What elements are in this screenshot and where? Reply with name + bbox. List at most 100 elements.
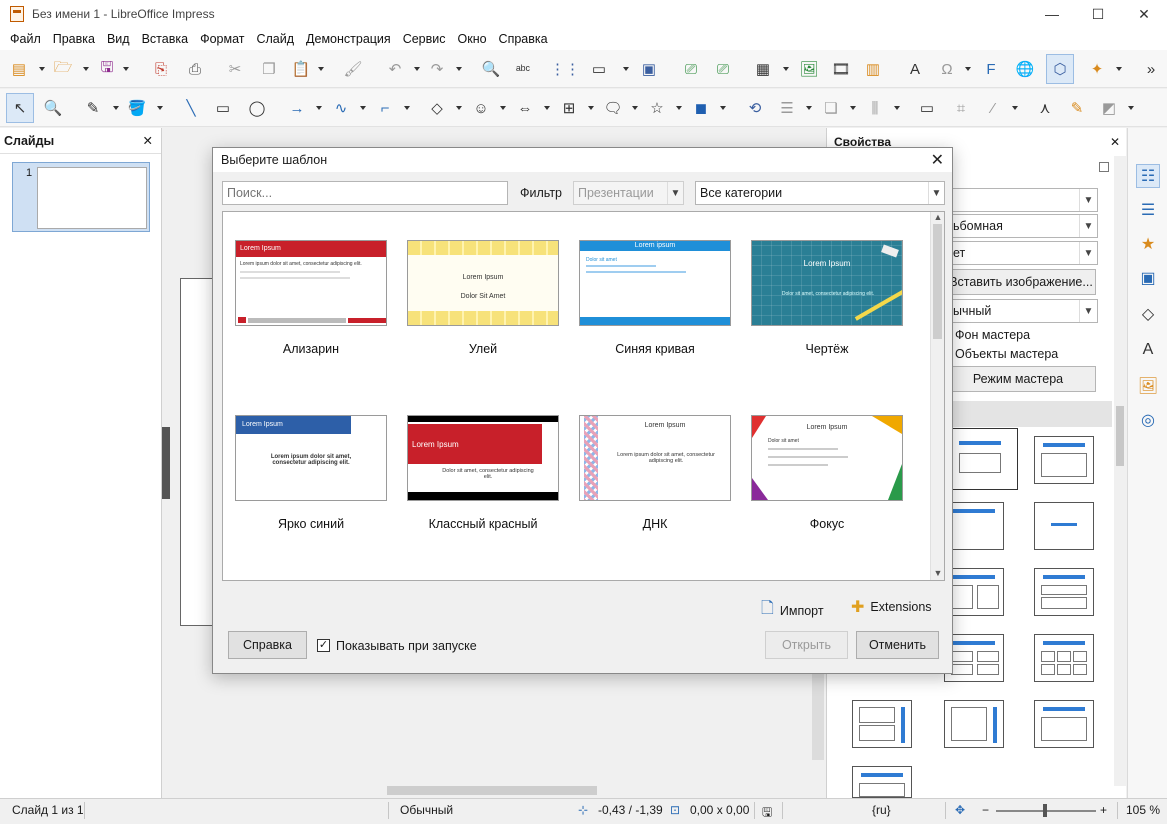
arrange-icon[interactable]: ❏ — [820, 97, 842, 119]
select-arrow-icon[interactable]: ↖ — [6, 93, 34, 123]
category-select[interactable]: Все категории ▼ — [695, 181, 945, 205]
template-hive[interactable]: Lorem Ipsum Dolor Sit Amet Улей — [407, 240, 559, 356]
layout-vertical-content[interactable] — [944, 700, 1004, 748]
open-folder-icon[interactable]: 🗁 — [52, 58, 74, 80]
properties-scrollbar[interactable] — [1114, 156, 1126, 786]
points-icon[interactable]: ⋏ — [1034, 97, 1056, 119]
hyperlink-icon[interactable]: 🌐 — [1014, 58, 1036, 80]
fill-color-icon[interactable]: 🪣 — [126, 97, 148, 119]
menu-tools[interactable]: Сервис — [397, 32, 452, 46]
callouts-icon[interactable]: 🗨 — [602, 97, 624, 119]
master-mode-button[interactable]: Режим мастера — [940, 366, 1096, 392]
3d-objects-icon[interactable]: ◼ — [690, 97, 712, 119]
zoom-pan-icon[interactable]: 🔍 — [42, 97, 64, 119]
zoom-out-button[interactable]: − — [982, 803, 989, 817]
zoom-slider-handle[interactable] — [1043, 804, 1047, 817]
template-dna[interactable]: Lorem Ipsum Lorem ipsum dolor sit amet, … — [579, 415, 731, 531]
menu-window[interactable]: Окно — [452, 32, 493, 46]
layout-title-four[interactable] — [944, 634, 1004, 682]
flowchart-icon[interactable]: ⊞ — [558, 97, 580, 119]
menu-format[interactable]: Формат — [194, 32, 250, 46]
import-button[interactable]: 🗋 Импорт — [761, 597, 824, 624]
rectangle-icon[interactable]: ▭ — [212, 97, 234, 119]
layout-centered-text[interactable] — [1034, 502, 1094, 550]
close-properties-icon[interactable]: ✕ — [1110, 135, 1120, 149]
text-box-icon[interactable]: A — [904, 58, 926, 80]
shadow-icon[interactable]: ▭ — [916, 97, 938, 119]
glue-points-icon[interactable]: ✎ — [1066, 97, 1088, 119]
chart-icon[interactable]: ▥ — [862, 58, 884, 80]
fit-slide-icon[interactable]: ✥ — [955, 803, 965, 817]
paste-icon[interactable]: 📋 — [290, 58, 312, 80]
master-objects-label[interactable]: Объекты мастера — [955, 347, 1058, 361]
new-document-icon[interactable]: ▤ — [8, 58, 30, 80]
save-icon[interactable]: 🖫 — [96, 58, 118, 80]
status-zoom[interactable]: 105 % — [1126, 803, 1160, 817]
template-classy-red[interactable]: Lorem Ipsum Dolor sit amet, consectetur … — [407, 415, 559, 531]
copy-icon[interactable]: ❐ — [258, 58, 280, 80]
line-icon[interactable]: ╲ — [180, 97, 202, 119]
extensions-button[interactable]: ✚ Extensions — [851, 597, 932, 617]
template-focus[interactable]: Lorem Ipsum Dolor sit amet Фокус — [751, 415, 903, 531]
layout-title-slide[interactable] — [944, 428, 1018, 490]
arrow-line-icon[interactable]: → — [286, 97, 308, 119]
gallery-scrollbar[interactable]: ▲ ▼ — [930, 212, 944, 580]
background-field[interactable]: ычный ▼ — [946, 299, 1098, 323]
slide-thumbnail[interactable]: 1 — [12, 162, 150, 232]
template-alizarin[interactable]: Lorem Ipsum Lorem ipsum dolor sit amet, … — [235, 240, 387, 356]
toolbar-overflow-icon[interactable]: » — [1140, 58, 1162, 80]
close-window-button[interactable]: ✕ — [1121, 0, 1167, 28]
pane-splitter-handle[interactable] — [162, 427, 170, 499]
layout-partial[interactable] — [852, 766, 912, 798]
new-slide-icon[interactable]: ✦ — [1086, 58, 1108, 80]
zoom-in-button[interactable]: + — [1100, 803, 1107, 817]
layout-two-content[interactable] — [944, 568, 1004, 616]
start-first-slide-icon[interactable]: ⎚ — [680, 58, 702, 80]
layout-title-content[interactable] — [1034, 436, 1094, 484]
layout-title-six[interactable] — [1034, 634, 1094, 682]
styles-deck-icon[interactable]: A — [1136, 338, 1160, 362]
master-slides-deck-icon[interactable]: ▣ — [1136, 266, 1160, 290]
scroll-down-icon[interactable]: ▼ — [931, 568, 944, 580]
insert-image-button[interactable]: Вставить изображение... — [946, 269, 1096, 295]
template-search-input[interactable] — [222, 181, 508, 205]
menu-help[interactable]: Справка — [493, 32, 554, 46]
menu-file[interactable]: Файл — [4, 32, 47, 46]
master-background-label[interactable]: Фон мастера — [955, 328, 1030, 342]
show-on-startup-label[interactable]: Показывать при запуске — [336, 639, 477, 653]
media-icon[interactable]: 🎞 — [830, 58, 852, 80]
fontwork-icon[interactable]: F — [980, 58, 1002, 80]
cut-icon[interactable]: ✂ — [224, 58, 246, 80]
template-bright-blue[interactable]: Lorem Ipsum Lorem ipsum dolor sit amet, … — [235, 415, 387, 531]
layout-title-vertical-text[interactable] — [1034, 700, 1094, 748]
maximize-button[interactable]: ☐ — [1075, 0, 1121, 28]
gallery-deck-icon[interactable]: 🖼 — [1136, 374, 1160, 398]
crop-icon[interactable]: ⌗ — [950, 97, 972, 119]
ellipse-icon[interactable]: ◯ — [246, 97, 268, 119]
orientation-field[interactable]: ьбомная ▼ — [946, 214, 1098, 238]
export-pdf-icon[interactable]: ⎘ — [150, 58, 172, 80]
minimize-button[interactable]: — — [1029, 0, 1075, 28]
distribute-icon[interactable]: ⫼ — [864, 97, 886, 119]
menu-view[interactable]: Вид — [101, 32, 136, 46]
menu-edit[interactable]: Правка — [47, 32, 101, 46]
redo-icon[interactable]: ↷ — [426, 58, 448, 80]
shapes-icon[interactable]: ⬡ — [1046, 54, 1074, 84]
close-slides-pane-icon[interactable]: ✕ — [143, 133, 153, 148]
master-field[interactable]: ет ▼ — [946, 241, 1098, 265]
workspace-horizontal-scrollbar[interactable] — [172, 783, 826, 798]
connector-icon[interactable]: ⌐ — [374, 97, 396, 119]
curve-icon[interactable]: ∿ — [330, 97, 352, 119]
menu-slide[interactable]: Слайд — [250, 32, 300, 46]
show-on-startup-checkbox[interactable]: ✓ — [317, 639, 330, 652]
layout-title-two-rows[interactable] — [1034, 568, 1094, 616]
special-character-icon[interactable]: Ω — [936, 58, 958, 80]
animation-deck-icon[interactable]: ★ — [1136, 232, 1160, 256]
help-button[interactable]: Справка — [228, 631, 307, 659]
start-current-slide-icon[interactable]: ⎚ — [712, 58, 734, 80]
menu-insert[interactable]: Вставка — [136, 32, 194, 46]
menu-slideshow[interactable]: Демонстрация — [300, 32, 397, 46]
status-language[interactable]: {ru} — [872, 803, 891, 817]
filter-icon[interactable]: ⁄ — [982, 97, 1004, 119]
toggle-extrusion-icon[interactable]: ◩ — [1098, 97, 1120, 119]
